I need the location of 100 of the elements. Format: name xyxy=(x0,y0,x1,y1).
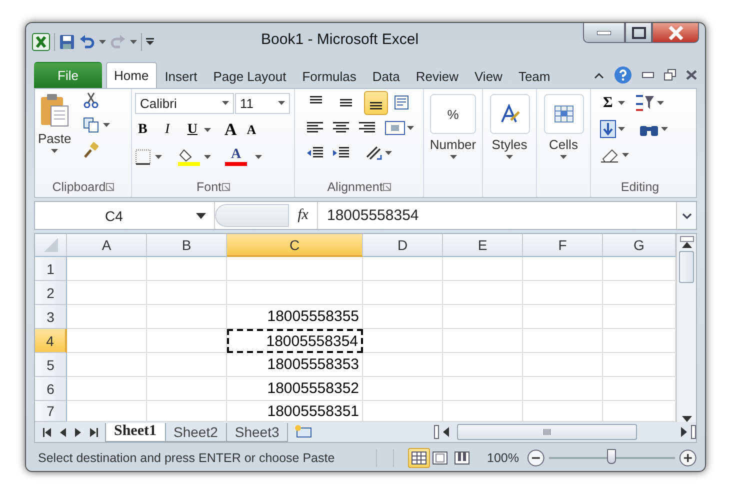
sort-filter-icon[interactable] xyxy=(634,94,655,112)
table-cell[interactable]: 18005558353 xyxy=(227,353,363,377)
table-cell[interactable] xyxy=(67,353,147,377)
undo-icon[interactable] xyxy=(79,34,95,48)
zoom-level[interactable]: 100% xyxy=(487,451,519,465)
table-cell[interactable]: 18005558352 xyxy=(227,377,363,401)
table-cell[interactable] xyxy=(67,281,147,305)
table-cell[interactable] xyxy=(147,305,227,329)
font-name-field[interactable]: Calibri xyxy=(135,92,234,114)
caret-icon[interactable] xyxy=(130,40,137,44)
column-header[interactable]: D xyxy=(363,234,443,257)
table-cell[interactable] xyxy=(363,257,443,281)
file-tab[interactable]: File xyxy=(34,62,102,88)
ribbon-tab[interactable]: Home xyxy=(106,62,157,88)
sheet-tab[interactable]: Sheet3 xyxy=(226,422,288,442)
zoom-slider-thumb[interactable] xyxy=(606,449,616,464)
scissors-icon[interactable] xyxy=(83,92,100,108)
sheet-tab[interactable]: Sheet2 xyxy=(164,422,227,442)
table-cell[interactable] xyxy=(443,257,523,281)
insert-sheet-icon[interactable] xyxy=(294,424,312,438)
caret-icon[interactable] xyxy=(204,155,211,159)
caret-icon[interactable] xyxy=(51,149,58,153)
split-box-icon[interactable] xyxy=(691,425,696,439)
table-cell[interactable] xyxy=(363,377,443,401)
collapse-ribbon-icon[interactable] xyxy=(594,72,604,78)
table-cell[interactable] xyxy=(443,377,523,401)
table-cell[interactable] xyxy=(363,305,443,329)
table-cell[interactable] xyxy=(147,377,227,401)
table-cell[interactable] xyxy=(363,353,443,377)
caret-icon[interactable] xyxy=(450,155,456,159)
row-header[interactable]: 2 xyxy=(35,281,67,305)
font-size-field[interactable]: 11 xyxy=(235,92,290,114)
scroll-left-icon[interactable] xyxy=(443,427,449,437)
decrease-indent-icon[interactable] xyxy=(307,146,323,160)
align-right-icon[interactable] xyxy=(359,121,375,135)
caret-icon[interactable] xyxy=(385,151,392,155)
column-header[interactable]: G xyxy=(603,234,676,257)
next-sheet-icon[interactable] xyxy=(75,428,81,436)
table-cell[interactable] xyxy=(443,353,523,377)
row-header[interactable]: 5 xyxy=(35,353,67,377)
merge-center-icon[interactable] xyxy=(385,121,405,135)
view-button[interactable] xyxy=(408,448,430,468)
table-cell[interactable] xyxy=(523,353,603,377)
brush-icon[interactable] xyxy=(83,142,100,158)
bold-button[interactable]: B xyxy=(135,119,150,141)
table-cell[interactable] xyxy=(443,305,523,329)
table-cell[interactable] xyxy=(443,281,523,305)
ribbon-tab[interactable]: Review xyxy=(408,64,466,88)
caret-icon[interactable] xyxy=(278,101,285,105)
ribbon-tab[interactable]: Page Layout xyxy=(205,64,294,88)
table-cell[interactable] xyxy=(147,257,227,281)
cells-button[interactable]: Cells xyxy=(544,92,584,177)
underline-button[interactable]: U xyxy=(184,119,200,141)
previous-sheet-icon[interactable] xyxy=(60,428,66,436)
vertical-align-button[interactable] xyxy=(364,91,388,115)
grow-font-button[interactable]: A xyxy=(221,119,240,141)
row-header[interactable]: 6 xyxy=(35,377,67,401)
caret-icon[interactable] xyxy=(560,155,567,159)
table-cell[interactable] xyxy=(523,257,603,281)
caret-icon[interactable] xyxy=(99,40,106,44)
sheet-tab[interactable]: Sheet1 xyxy=(105,422,166,442)
scroll-right-icon[interactable] xyxy=(681,427,687,437)
table-cell[interactable] xyxy=(523,305,603,329)
table-cell[interactable] xyxy=(523,377,603,401)
caret-icon[interactable] xyxy=(618,127,625,131)
shrink-font-button[interactable]: A xyxy=(244,119,260,141)
excel-logo-icon[interactable] xyxy=(32,32,50,50)
caret-icon[interactable] xyxy=(103,123,110,127)
eraser-icon[interactable] xyxy=(600,147,620,163)
maximize-button[interactable] xyxy=(625,23,652,43)
last-sheet-icon[interactable] xyxy=(90,428,98,436)
orientation-icon[interactable] xyxy=(365,145,383,161)
paste-button[interactable]: Paste xyxy=(38,92,72,177)
minimize-button[interactable] xyxy=(583,23,625,43)
first-sheet-icon[interactable] xyxy=(43,428,51,436)
ribbon-tab[interactable]: Data xyxy=(364,64,408,88)
styles-button[interactable]: Styles xyxy=(490,92,530,177)
zoom-out-icon[interactable] xyxy=(527,449,545,467)
table-cell[interactable] xyxy=(67,257,147,281)
column-header[interactable]: A xyxy=(67,234,147,257)
table-cell[interactable] xyxy=(147,329,227,353)
fill-down-icon[interactable] xyxy=(600,120,616,138)
scrollbar-thumb[interactable] xyxy=(457,424,637,440)
close-button[interactable] xyxy=(652,23,699,43)
align-left-icon[interactable] xyxy=(307,121,323,135)
borders-icon[interactable] xyxy=(135,149,151,165)
align-center-icon[interactable] xyxy=(333,121,349,135)
column-header[interactable]: B xyxy=(147,234,227,257)
ribbon-tab[interactable]: Formulas xyxy=(294,64,364,88)
caret-icon[interactable] xyxy=(155,155,162,159)
close-icon[interactable] xyxy=(686,70,697,80)
caret-icon[interactable] xyxy=(618,101,625,105)
copy-icon[interactable] xyxy=(83,117,100,133)
caret-icon[interactable] xyxy=(255,155,262,159)
table-cell[interactable] xyxy=(227,281,363,305)
row-header[interactable]: 4 xyxy=(35,329,67,353)
caret-icon[interactable] xyxy=(204,128,212,132)
table-cell[interactable] xyxy=(443,329,523,353)
restore-icon[interactable] xyxy=(664,69,676,81)
scrollbar-thumb[interactable] xyxy=(679,251,694,283)
